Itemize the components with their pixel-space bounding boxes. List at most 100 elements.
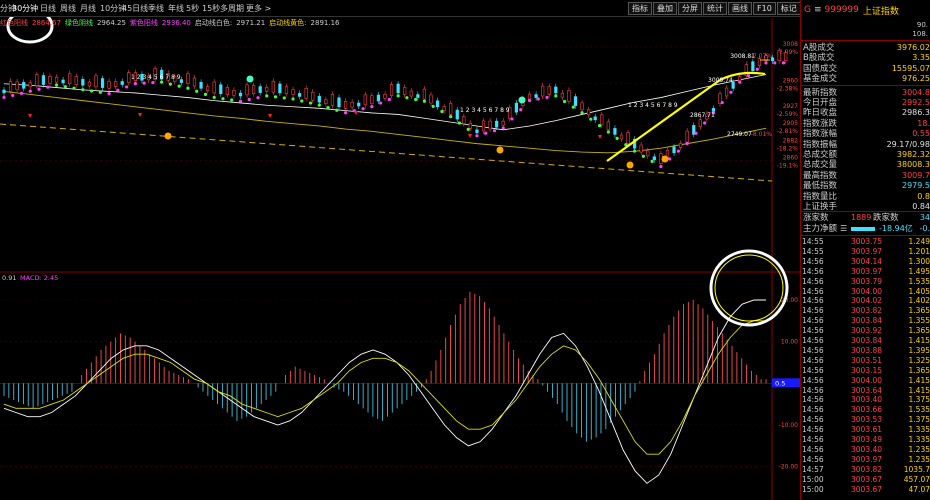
candle-body bbox=[626, 132, 630, 144]
legend-item: 2864.67 bbox=[32, 19, 61, 27]
trend-dot bbox=[536, 97, 540, 101]
period-tab[interactable]: 45日线 bbox=[122, 3, 148, 14]
stat-label: 最新指数 bbox=[803, 87, 838, 98]
stat-value: 976.25 bbox=[902, 74, 930, 84]
trade-volume: 1.495 bbox=[908, 266, 930, 276]
candle-body bbox=[206, 86, 210, 91]
stat-label: 指数量比 bbox=[803, 191, 838, 202]
candle-body bbox=[422, 88, 427, 100]
legend-item: 2936.40 bbox=[161, 19, 191, 27]
signal-marker bbox=[496, 146, 504, 154]
trade-time: 14:56 bbox=[802, 375, 824, 385]
period-tab[interactable]: 季线 bbox=[148, 3, 164, 14]
trend-dot bbox=[265, 94, 269, 98]
candle-body bbox=[2, 89, 6, 94]
period-tab[interactable]: 日线 bbox=[40, 3, 56, 14]
main-force-extra: -0. bbox=[919, 224, 930, 233]
signal-marker-green bbox=[518, 96, 526, 104]
candle-body bbox=[383, 94, 387, 99]
trend-dot bbox=[484, 131, 488, 135]
trade-price: 3003.67 bbox=[851, 474, 883, 484]
stat-row: 基金成交 976.25 bbox=[801, 74, 930, 84]
candle-body bbox=[252, 85, 256, 95]
candle-body bbox=[403, 87, 407, 95]
trend-dot bbox=[54, 83, 59, 87]
stat-value: 2979.5 bbox=[902, 181, 930, 191]
trade-volume: 1.365 bbox=[908, 365, 930, 375]
macd-dif-line bbox=[3, 299, 766, 484]
trade-volume: 1.402 bbox=[908, 296, 930, 306]
candle-body bbox=[8, 81, 13, 92]
trend-dot bbox=[781, 61, 786, 65]
stat-row: 今日开盘 2992.5 bbox=[801, 98, 930, 108]
period-tab[interactable]: 多周期 bbox=[220, 3, 244, 14]
period-tab[interactable]: 15秒 bbox=[202, 3, 220, 14]
trend-dot bbox=[212, 95, 216, 100]
trend-dot bbox=[11, 93, 15, 97]
period-tab[interactable]: 年线 bbox=[168, 3, 184, 14]
price-axis-label: -2.38% bbox=[777, 86, 799, 93]
toolbar-button[interactable]: 画线 bbox=[728, 2, 752, 15]
stat-label: A股成交 bbox=[803, 43, 835, 53]
trade-row: 14:56 3003.51 1.325 bbox=[801, 356, 930, 365]
candle-body bbox=[619, 134, 624, 140]
candle-body bbox=[613, 128, 617, 135]
trade-time: 14:56 bbox=[802, 336, 824, 345]
price-axis-label: 2860 bbox=[783, 155, 798, 162]
wave-count-1: 1 2 3 4 5 6 7 8 9 bbox=[131, 74, 181, 81]
trade-price: 3004.02 bbox=[851, 296, 883, 306]
toolbar-button[interactable]: 分屏 bbox=[678, 2, 702, 15]
trend-dot bbox=[195, 89, 199, 93]
trend-dot bbox=[72, 86, 76, 90]
trade-time: 14:56 bbox=[802, 266, 824, 276]
candle-body bbox=[41, 75, 46, 85]
period-tab[interactable]: 更多 > bbox=[246, 3, 271, 14]
trade-price: 3003.15 bbox=[851, 365, 883, 375]
trend-dot bbox=[773, 61, 777, 65]
sell-arrow bbox=[268, 114, 272, 118]
period-tab[interactable]: 5秒 bbox=[186, 3, 199, 14]
trend-dot bbox=[142, 81, 146, 85]
trend-dot bbox=[81, 88, 85, 92]
candle-body bbox=[107, 81, 111, 89]
menu-icon[interactable]: ☰ bbox=[840, 224, 847, 234]
period-tab[interactable]: 30分钟 bbox=[12, 3, 38, 14]
sell-arrow bbox=[468, 134, 472, 138]
trade-time: 14:56 bbox=[802, 345, 824, 355]
period-tab[interactable]: 月线 bbox=[80, 3, 96, 14]
trend-dot bbox=[125, 85, 129, 89]
legend-item: 绿色阴线 bbox=[64, 19, 93, 27]
macd-axis-label: 10.00 bbox=[781, 339, 798, 346]
candle-body bbox=[278, 83, 282, 94]
candle-body bbox=[337, 97, 341, 108]
trend-dot bbox=[379, 101, 383, 105]
trend-dot bbox=[343, 111, 348, 115]
trend-dot bbox=[589, 117, 593, 121]
trend-dot bbox=[63, 85, 67, 89]
stat-value: 2986.3 bbox=[902, 108, 930, 118]
candle-body bbox=[22, 82, 26, 89]
trade-volume: 47.07 bbox=[908, 484, 930, 494]
toolbar-button[interactable]: 标记 bbox=[776, 2, 801, 15]
toolbar-button[interactable]: 指标 bbox=[628, 2, 652, 15]
trade-time: 14:56 bbox=[802, 306, 824, 316]
trade-price: 3003.51 bbox=[851, 355, 883, 365]
candle-body bbox=[652, 156, 656, 161]
quote-header: G ≡ 999999 上证指数 bbox=[801, 0, 930, 20]
candle-body bbox=[48, 76, 52, 84]
candle-body bbox=[225, 87, 229, 95]
candle-body bbox=[68, 73, 72, 85]
macd-axis-label: -20.00 bbox=[779, 464, 799, 471]
period-tab[interactable]: 周线 bbox=[60, 3, 76, 14]
toolbar-button[interactable]: F10 bbox=[753, 2, 776, 15]
trend-dot bbox=[519, 108, 523, 112]
trade-time: 14:56 bbox=[802, 454, 824, 464]
trend-dot bbox=[746, 74, 751, 78]
stat-row: 指数振幅 29.17/0.98 bbox=[801, 140, 930, 150]
trend-dot bbox=[738, 80, 742, 84]
price-axis-label: 2960 bbox=[783, 78, 798, 85]
toolbar-button[interactable]: 统计 bbox=[703, 2, 727, 15]
trend-dot bbox=[597, 123, 602, 128]
trade-row: 14:56 3004.02 1.402 bbox=[801, 296, 930, 305]
toolbar-button[interactable]: 叠加 bbox=[653, 2, 677, 15]
